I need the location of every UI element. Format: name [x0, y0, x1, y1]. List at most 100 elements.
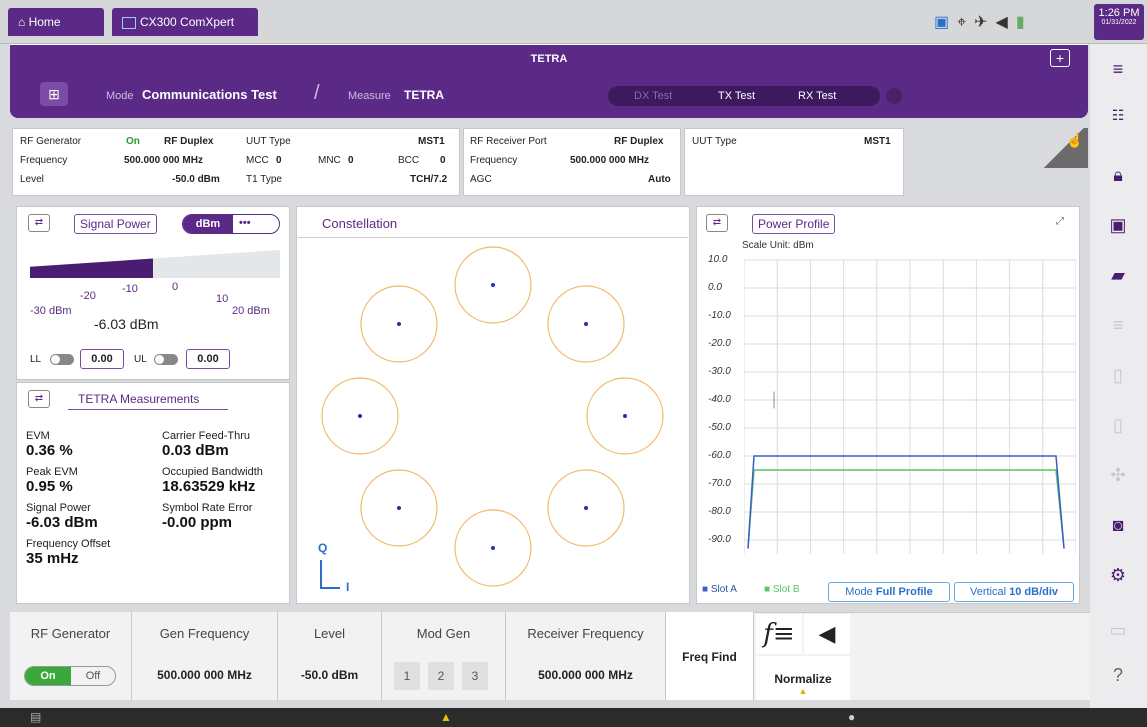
speaker-icon[interactable]: ◀ [804, 614, 850, 654]
normalize-button[interactable]: Normalize ▲ [756, 656, 850, 700]
unit-dbm[interactable]: dBm [183, 215, 233, 233]
home-tab[interactable]: ⌂ Home [8, 8, 104, 36]
rf-gen-mode: RF Duplex [164, 136, 214, 147]
receiver-frequency-cell[interactable]: Receiver Frequency 500.000 000 MHz [506, 612, 666, 700]
mod-button-1[interactable]: 1 [394, 662, 420, 690]
symbol-rate-error-label: Symbol Rate Error [162, 502, 253, 514]
freq-label: Frequency [20, 155, 68, 166]
signal-power-title[interactable]: Signal Power [74, 214, 157, 234]
tab-tx-test[interactable]: TX Test [718, 90, 755, 102]
constellation-point [397, 506, 401, 510]
occupied-bw-label: Occupied Bandwidth [162, 466, 263, 478]
level-value: -50.0 dBm [172, 174, 220, 185]
collapse-corner[interactable]: ☝ [1040, 128, 1088, 168]
unit-toggle[interactable]: dBm ••• [182, 214, 280, 234]
t1-type-label: T1 Type [246, 174, 282, 185]
constellation-title[interactable]: Constellation [322, 216, 397, 231]
peak-icon: ✣ [1110, 464, 1126, 485]
mod-button-2[interactable]: 2 [428, 662, 454, 690]
folder-icon[interactable]: ▰ [1107, 264, 1129, 286]
app-tab[interactable]: CX300 ComXpert [112, 8, 258, 36]
swap-icon[interactable]: ⇄ [28, 214, 50, 232]
uut-type2-value: MST1 [864, 136, 891, 147]
constellation-point [491, 283, 495, 287]
rx-port-value: RF Duplex [614, 136, 664, 147]
ll-input[interactable]: 0.00 [80, 349, 124, 369]
add-icon[interactable]: + [1050, 49, 1070, 67]
y-tick-label: -10.0 [708, 310, 731, 321]
ll-toggle[interactable] [50, 354, 74, 365]
lock-icon[interactable]: 🔒︎ [1107, 164, 1129, 186]
volume-icon[interactable]: ◀ [996, 14, 1016, 31]
receiver-frequency-value: 500.000 000 MHz [538, 668, 633, 682]
save-icon[interactable]: ▣ [1107, 214, 1129, 236]
screenshot-icon[interactable]: ◙ [1107, 514, 1129, 536]
ul-toggle[interactable] [154, 354, 178, 365]
level-cell[interactable]: Level -50.0 dBm [278, 612, 382, 700]
mode-button[interactable]: Mode Full Profile [828, 582, 950, 602]
freq-find-button[interactable]: Freq Find [666, 612, 754, 700]
note-icon[interactable]: ▤ [30, 710, 41, 724]
help-icon[interactable]: ? [1107, 664, 1129, 686]
mnc-label: MNC [318, 155, 341, 166]
toggle-off[interactable]: Off [71, 667, 115, 685]
measure-value[interactable]: TETRA [404, 88, 444, 102]
record-icon[interactable] [886, 88, 902, 104]
i-axis-label: I [346, 580, 350, 594]
function-icon[interactable]: f≡ [756, 614, 802, 654]
y-tick-label: -90.0 [708, 534, 731, 545]
page-title: TETRA [530, 53, 568, 65]
tab-rx-test[interactable]: RX Test [798, 90, 836, 102]
mnc-value: 0 [348, 155, 354, 166]
level-label: Level [20, 174, 44, 185]
mod-gen-label: Mod Gen [416, 626, 471, 641]
freq-value: 500.000 000 MHz [124, 155, 203, 166]
peak-evm-label: Peak EVM [26, 466, 78, 478]
menu-icon[interactable]: ≡ [1107, 58, 1129, 80]
toggle-on[interactable]: On [25, 667, 71, 685]
list-icon: ≡ [1112, 314, 1124, 335]
carrier-feed-thru-label: Carrier Feed-Thru [162, 430, 251, 442]
rf-gen-state: On [126, 136, 140, 147]
legend-slot-a: ■ Slot A [702, 584, 737, 595]
alert-icon[interactable]: ▲ [440, 710, 452, 724]
apps-grid-icon[interactable]: ⊞ [40, 82, 68, 106]
top-bar: ⌂ Home CX300 ComXpert ▣⌖✈◀▮ 1:26 PM 01/3… [0, 0, 1147, 44]
swap-icon[interactable]: ⇄ [706, 214, 728, 232]
mcc-value: 0 [276, 155, 282, 166]
ul-label: UL [134, 354, 147, 365]
settings-icon[interactable]: ⚙ [1107, 564, 1129, 586]
uut-type-label: UUT Type [246, 136, 291, 147]
mcc-label: MCC [246, 155, 269, 166]
rf-gen-toggle[interactable]: On Off [24, 666, 116, 686]
mod-button-3[interactable]: 3 [462, 662, 488, 690]
level-bottom-label: Level [313, 626, 346, 641]
power-profile-title[interactable]: Power Profile [752, 214, 836, 234]
swap-icon[interactable]: ⇄ [28, 390, 50, 408]
power-profile-chart [744, 259, 1076, 554]
constellation-point [584, 506, 588, 510]
signal-power-value: -6.03 dBm [94, 316, 159, 332]
rf-generator-cell[interactable]: RF Generator On Off [10, 612, 132, 700]
layout-icon[interactable]: ☷ [1107, 104, 1129, 126]
ul-input[interactable]: 0.00 [186, 349, 230, 369]
rx-freq-label: Frequency [470, 155, 518, 166]
gen-frequency-cell[interactable]: Gen Frequency 500.000 000 MHz [132, 612, 278, 700]
test-tabs: DX Test TX Test RX Test [608, 86, 880, 106]
rf-gen-label: RF Generator [20, 136, 82, 147]
more-icon[interactable]: ••• [239, 217, 251, 229]
bcc-value: 0 [440, 155, 446, 166]
gauge-tick: 10 [216, 293, 229, 305]
clock: 1:26 PM 01/31/2022 [1094, 4, 1144, 40]
vertical-button[interactable]: Vertical 10 dB/div [954, 582, 1074, 602]
iq-axis [320, 560, 340, 589]
gauge-tick: -30 dBm [30, 305, 72, 317]
mode-value[interactable]: Communications Test [142, 87, 277, 102]
rx-port-label: RF Receiver Port [470, 136, 547, 147]
slot-a-swatch: ■ [702, 584, 711, 595]
tetra-meas-title[interactable]: TETRA Measurements [68, 388, 228, 410]
tab-dx-test[interactable]: DX Test [634, 90, 672, 102]
expand-icon[interactable]: ⤢ [1056, 216, 1064, 227]
location-icon[interactable]: ● [848, 710, 855, 724]
remote-icon[interactable]: ▣ [934, 14, 957, 31]
